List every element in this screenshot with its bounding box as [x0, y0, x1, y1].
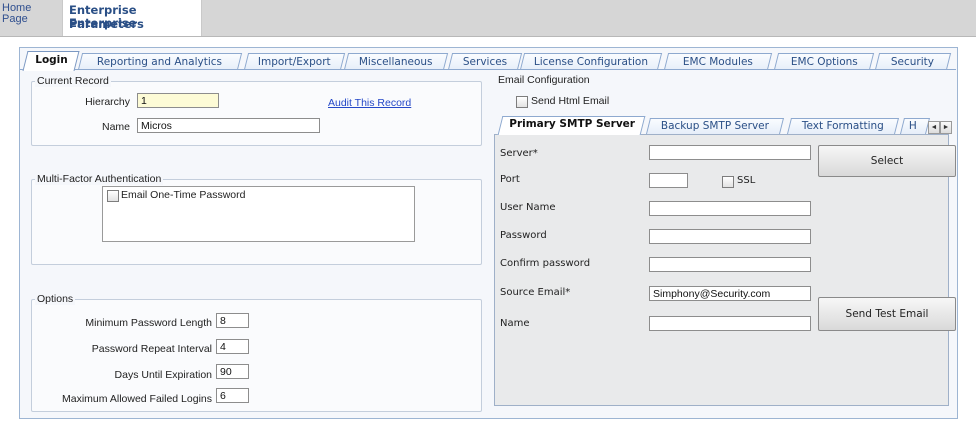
home-page-link[interactable]: Home Page	[2, 3, 54, 25]
tab-miscellaneous[interactable]: Miscellaneous	[343, 53, 449, 70]
source-email-label: Source Email*	[500, 287, 571, 298]
tab-scroll-left-icon[interactable]: ◄	[928, 121, 940, 134]
server-label: Server*	[500, 148, 538, 159]
server-field[interactable]	[649, 145, 811, 160]
tab-license-configuration[interactable]: License Configuration	[519, 53, 663, 70]
mfa-legend: Multi-Factor Authentication	[35, 173, 164, 185]
confirm-password-label: Confirm password	[500, 258, 591, 269]
tab-emc-modules[interactable]: EMC Modules	[663, 53, 773, 70]
min-password-length-field[interactable]: 8	[216, 313, 249, 328]
current-record-group	[31, 81, 482, 146]
max-failed-logins-field[interactable]: 6	[216, 388, 249, 403]
tab-scroll-right-icon[interactable]: ►	[940, 121, 952, 134]
tab-reporting-and-analytics[interactable]: Reporting and Analytics	[77, 53, 243, 70]
tab-primary-smtp-server[interactable]: Primary SMTP Server	[497, 116, 646, 135]
smtp-name-field[interactable]	[649, 316, 811, 331]
email-otp-label: Email One-Time Password	[121, 189, 246, 201]
send-html-email-checkbox[interactable]	[516, 96, 528, 108]
audit-record-link[interactable]: Audit This Record	[328, 97, 411, 109]
password-repeat-interval-field[interactable]: 4	[216, 339, 249, 354]
tab-import-export[interactable]: Import/Export	[243, 53, 346, 70]
page-subtitle: Enterprise	[69, 16, 137, 30]
page-title-box: Enterprise Parameters Enterprise	[62, 0, 202, 36]
tab-emc-options[interactable]: EMC Options	[773, 53, 875, 70]
send-html-email-label: Send Html Email	[531, 95, 610, 107]
days-until-expiration-field[interactable]: 90	[216, 364, 249, 379]
tab-services[interactable]: Services	[447, 53, 523, 70]
ssl-label: SSL	[737, 175, 756, 186]
password-label: Password	[500, 230, 547, 241]
name-label: Name	[101, 121, 130, 133]
tab-text-formatting[interactable]: Text Formatting	[787, 118, 899, 134]
hierarchy-field[interactable]: 1	[137, 93, 219, 108]
tab-strip-line	[20, 69, 956, 70]
days-until-expiration-label: Days Until Expiration	[114, 369, 212, 381]
max-failed-logins-label: Maximum Allowed Failed Logins	[62, 393, 212, 405]
tab-backup-smtp-server[interactable]: Backup SMTP Server	[646, 118, 784, 134]
port-field[interactable]	[649, 173, 688, 188]
password-repeat-interval-label: Password Repeat Interval	[91, 343, 212, 355]
options-legend: Options	[35, 293, 76, 305]
tab-security[interactable]: Security	[874, 53, 952, 70]
tab-html-truncated[interactable]: H	[900, 118, 930, 134]
email-config-legend: Email Configuration	[496, 74, 592, 86]
tab-login[interactable]: Login	[22, 51, 80, 71]
min-password-length-label: Minimum Password Length	[85, 317, 212, 329]
select-button[interactable]: Select	[818, 145, 956, 177]
email-otp-checkbox[interactable]	[107, 190, 119, 202]
current-record-legend: Current Record	[35, 75, 111, 87]
ssl-checkbox[interactable]	[722, 176, 734, 188]
username-field[interactable]	[649, 201, 811, 216]
port-label: Port	[500, 174, 520, 185]
smtp-name-label: Name	[500, 318, 530, 329]
send-test-email-button[interactable]: Send Test Email	[818, 297, 956, 331]
hierarchy-label: Hierarchy	[85, 96, 130, 108]
name-field[interactable]: Micros	[137, 118, 320, 133]
source-email-field[interactable]: Simphony@Security.com	[649, 286, 811, 301]
username-label: User Name	[500, 202, 556, 213]
confirm-password-field[interactable]	[649, 257, 811, 272]
password-field[interactable]	[649, 229, 811, 244]
